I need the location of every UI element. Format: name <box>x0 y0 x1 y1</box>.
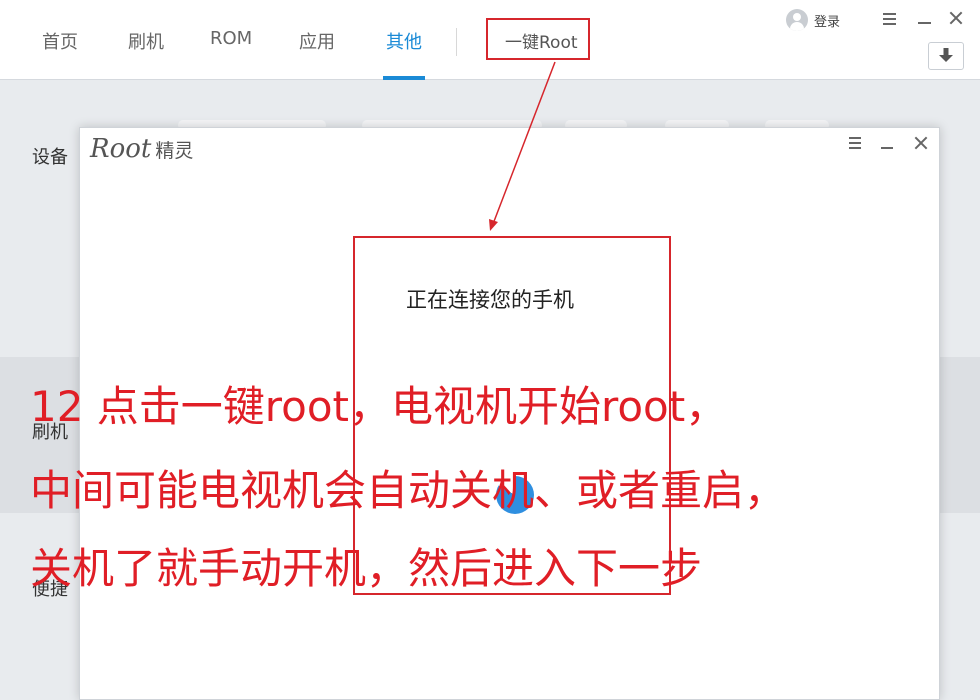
close-icon[interactable] <box>946 8 966 28</box>
menu-icon[interactable] <box>880 8 900 28</box>
download-button[interactable] <box>928 42 964 70</box>
tab-other[interactable]: 其他 <box>386 28 422 54</box>
dialog-close-icon[interactable] <box>912 134 930 152</box>
top-navigation-bar: 首页 刷机 ROM 应用 其他 一键Root 登录 <box>0 0 980 80</box>
tab-divider <box>456 28 457 56</box>
tab-apps[interactable]: 应用 <box>299 28 335 54</box>
tab-home[interactable]: 首页 <box>42 28 78 54</box>
logo-root-text: Root <box>90 134 152 164</box>
annotation-line: 中间可能电视机会自动关机、或者重启， <box>30 466 787 515</box>
active-tab-indicator <box>383 76 425 80</box>
login-link[interactable]: 登录 <box>814 11 840 30</box>
download-icon <box>939 48 953 62</box>
root-tab-highlight-box <box>486 18 590 60</box>
tab-flash[interactable]: 刷机 <box>128 28 164 54</box>
annotation-line: 关机了就手动开机，然后进入下一步 <box>30 544 703 593</box>
logo-cn-text: 精灵 <box>155 140 194 162</box>
annotation-line: 12 点击一键root，电视机开始root， <box>30 382 728 431</box>
user-avatar-icon <box>786 9 808 31</box>
dialog-minimize-icon[interactable] <box>878 134 896 152</box>
device-section-label: 设备 <box>32 147 68 168</box>
user-login-area[interactable]: 登录 <box>786 8 840 32</box>
minimize-icon[interactable] <box>915 8 935 28</box>
dialog-menu-icon[interactable] <box>846 134 864 152</box>
tab-rom[interactable]: ROM <box>210 28 252 49</box>
root-app-logo: Root 精灵 <box>90 134 193 164</box>
